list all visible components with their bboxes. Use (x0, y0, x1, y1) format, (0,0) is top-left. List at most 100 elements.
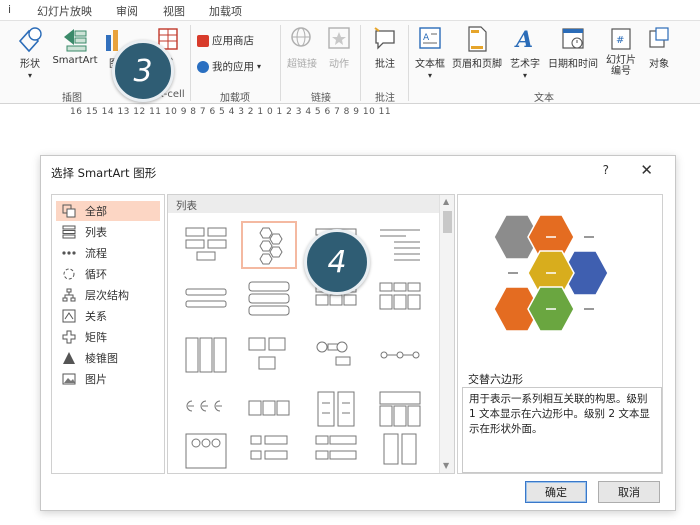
step-3-callout: 3 (112, 40, 174, 102)
layout-thumbnail[interactable] (178, 385, 234, 433)
datetime-label: 日期和时间 (548, 59, 598, 70)
circle-list-thumb-icon (316, 341, 351, 366)
action-button[interactable]: 动作 (322, 25, 356, 70)
ribbon-tabs: i 幻灯片放映 审阅 视图 加载项 (0, 0, 700, 20)
ok-button[interactable]: 确定 (525, 481, 587, 503)
tab-list-thumb-icon (248, 281, 290, 316)
layout-thumbnail[interactable] (372, 427, 428, 473)
category-hierarchy[interactable]: 层次结构 (56, 285, 160, 305)
category-pyramid[interactable]: 棱锥图 (56, 348, 160, 368)
layout-thumbnail[interactable] (308, 385, 364, 433)
horizontal-ruler: 16 15 14 13 12 11 10 9 8 7 6 5 4 3 2 1 0… (0, 105, 700, 121)
group-label-links: 链接 (311, 93, 331, 104)
layout-thumbnail[interactable] (178, 427, 234, 473)
vertical-block-thumb-icon (185, 337, 227, 373)
layout-thumbnail[interactable] (178, 331, 234, 379)
layout-thumbnail[interactable] (241, 275, 297, 323)
textbox-icon: A (419, 27, 441, 49)
shape-label: 形状 (20, 59, 40, 70)
category-cycle[interactable]: 循环 (56, 264, 160, 284)
comment-label: 批注 (375, 59, 395, 70)
appstore-button[interactable]: 应用商店 (197, 33, 254, 48)
close-icon[interactable]: ✕ (640, 161, 653, 179)
headerfooter-button[interactable]: 页眉和页脚 (450, 25, 504, 70)
grouped-list-thumb-icon (379, 282, 421, 310)
group-label-text: 文本 (534, 93, 554, 104)
list-icon (62, 225, 76, 239)
appstore-label: 应用商店 (212, 35, 254, 47)
layout-thumbnail[interactable] (372, 331, 428, 379)
scroll-up-icon[interactable]: ▲ (443, 197, 449, 206)
category-process[interactable]: 流程 (56, 243, 160, 263)
store-bag-icon (197, 34, 209, 47)
category-all[interactable]: 全部 (56, 201, 160, 221)
datetime-button[interactable]: 日期和时间 (546, 25, 600, 70)
slidenumber-button[interactable]: # 幻灯片 编号 (602, 25, 640, 77)
tab-partial[interactable]: i (8, 3, 11, 16)
preview-layout-name: 交替六边形 (468, 373, 523, 386)
hyperlink-label: 超链接 (287, 59, 317, 70)
category-relationship[interactable]: 关系 (56, 306, 160, 326)
labeled-list-thumb-icon (315, 435, 357, 460)
layout-thumbnail-alternating-hexagons[interactable] (241, 221, 297, 269)
help-button[interactable]: ? (603, 163, 609, 177)
tab-slideshow[interactable]: 幻灯片放映 (37, 3, 92, 19)
layout-thumbnail[interactable] (372, 385, 428, 433)
dialog-title: 选择 SmartArt 图形 (51, 166, 157, 180)
myapps-button[interactable]: 我的应用 ▾ (197, 59, 261, 74)
object-icon (649, 27, 669, 48)
hyperlink-button[interactable]: 超链接 (284, 25, 320, 70)
all-icon (62, 204, 76, 218)
layout-thumbnail[interactable] (241, 385, 297, 433)
cancel-button[interactable]: 取消 (598, 481, 660, 503)
picture-caption-thumb-icon (248, 337, 286, 370)
layout-thumbnail[interactable] (241, 427, 297, 473)
group-separator (360, 25, 361, 101)
tab-view[interactable]: 视图 (163, 3, 185, 19)
relationship-icon (62, 309, 76, 323)
tab-addins[interactable]: 加载项 (209, 3, 242, 19)
wordart-icon: A (514, 27, 533, 53)
scroll-down-icon[interactable]: ▼ (443, 461, 449, 470)
preview-layout-description: 用于表示一系列相互关联的构思。级别 1 文本显示在六边形中。级别 2 文本显示在… (462, 387, 662, 473)
layout-thumbnail[interactable] (372, 221, 428, 269)
picture-icon (62, 372, 76, 386)
comment-button[interactable]: 批注 (366, 25, 404, 70)
category-picture[interactable]: 图片 (56, 369, 160, 389)
object-label: 对象 (649, 59, 669, 70)
globe-link-icon (291, 27, 311, 47)
shape-button[interactable]: 形状 ▾ (10, 25, 50, 81)
table-list-thumb-icon (379, 391, 421, 427)
wordart-button[interactable]: A 艺术字 ▾ (506, 25, 544, 81)
group-label-addins: 加载项 (220, 93, 250, 104)
layout-thumbnail[interactable] (308, 427, 364, 473)
gallery-heading: 列表 (168, 195, 440, 213)
ruler-ticks: 16 15 14 13 12 11 10 9 8 7 6 5 4 3 2 1 0… (70, 107, 392, 117)
textbox-button[interactable]: A 文本框 ▾ (412, 25, 448, 81)
headerfooter-label: 页眉和页脚 (452, 59, 502, 70)
action-label: 动作 (329, 59, 349, 70)
object-button[interactable]: 对象 (642, 25, 676, 70)
category-list: 全部 列表 流程 循环 层次结构 关系 矩阵 棱锥图 图片 (51, 194, 165, 474)
layout-thumbnail[interactable] (241, 331, 297, 379)
layout-thumbnail[interactable] (308, 331, 364, 379)
smartart-button[interactable]: SmartArt (50, 25, 100, 66)
category-label: 循环 (85, 268, 107, 281)
layout-thumbnail[interactable] (178, 221, 234, 269)
gallery-scrollbar[interactable]: ▲ ▼ (439, 195, 454, 473)
group-label-comments: 批注 (375, 93, 395, 104)
category-label: 图片 (85, 373, 107, 386)
tab-review[interactable]: 审阅 (116, 3, 138, 19)
category-list-item[interactable]: 列表 (56, 222, 160, 242)
layout-thumbnail[interactable] (178, 275, 234, 323)
scrollbar-thumb[interactable] (443, 211, 452, 233)
matrix-icon (62, 330, 76, 344)
trapezoid-list-thumb-icon (250, 435, 288, 460)
step-4-callout: 4 (304, 229, 370, 295)
group-separator (280, 25, 281, 101)
category-matrix[interactable]: 矩阵 (56, 327, 160, 347)
dot-line-thumb-icon (380, 351, 420, 359)
myapps-icon (197, 60, 209, 73)
layout-thumbnail[interactable] (372, 275, 428, 323)
myapps-label: 我的应用 (212, 61, 254, 73)
